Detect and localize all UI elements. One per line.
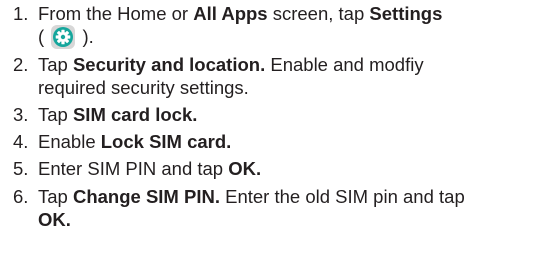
text: Tap: [38, 186, 73, 207]
step-line: required security settings.: [38, 76, 548, 99]
bold-text: SIM card lock.: [72, 104, 198, 125]
step-number: 3.: [13, 104, 29, 125]
text: Enable and modfiy: [265, 54, 424, 75]
text: Tap: [38, 104, 73, 125]
bold-text: OK.: [38, 209, 71, 230]
step-number: 2.: [13, 54, 29, 75]
step-text: From the Home or All Apps screen, tap Se…: [38, 2, 548, 50]
step-line: ().: [38, 25, 548, 50]
bold-text: All Apps: [193, 3, 268, 24]
step-text: Enter SIM PIN and tap OK.: [38, 157, 548, 180]
text: required security settings.: [38, 77, 249, 98]
text: From the Home or: [38, 3, 194, 24]
step-line: Enter SIM PIN and tap OK.: [38, 157, 548, 180]
text: Enter the old SIM pin and tap: [219, 186, 465, 207]
text: (: [38, 26, 45, 47]
bold-text: Lock SIM card.: [100, 131, 232, 152]
step-text: Tap Security and location. Enable and mo…: [38, 53, 548, 99]
bold-text: OK.: [228, 158, 262, 179]
text: Enable: [38, 131, 101, 152]
text: Tap: [38, 54, 73, 75]
text: screen, tap: [267, 3, 370, 24]
step-line: OK.: [38, 208, 548, 231]
settings-gear-icon: [51, 25, 76, 50]
step-number: 4.: [13, 131, 29, 152]
step-line: Tap Security and location. Enable and mo…: [38, 53, 548, 76]
bold-text: Change SIM PIN.: [72, 186, 220, 207]
text: Enter SIM PIN and tap: [38, 158, 229, 179]
step-text: Enable Lock SIM card.: [38, 130, 548, 153]
step-line: Tap SIM card lock.: [38, 103, 548, 126]
step-line: Tap Change SIM PIN. Enter the old SIM pi…: [38, 185, 548, 208]
bold-text: Security and location.: [72, 54, 266, 75]
step-line: Enable Lock SIM card.: [38, 130, 548, 153]
step-number: 6.: [13, 186, 29, 207]
step-text: Tap SIM card lock.: [38, 103, 548, 126]
bold-text: Settings: [369, 3, 443, 24]
step-line: From the Home or All Apps screen, tap Se…: [38, 2, 548, 25]
step-number: 5.: [13, 158, 29, 179]
step-number: 1.: [13, 3, 29, 24]
text: ).: [82, 26, 94, 47]
step-text: Tap Change SIM PIN. Enter the old SIM pi…: [38, 185, 548, 231]
